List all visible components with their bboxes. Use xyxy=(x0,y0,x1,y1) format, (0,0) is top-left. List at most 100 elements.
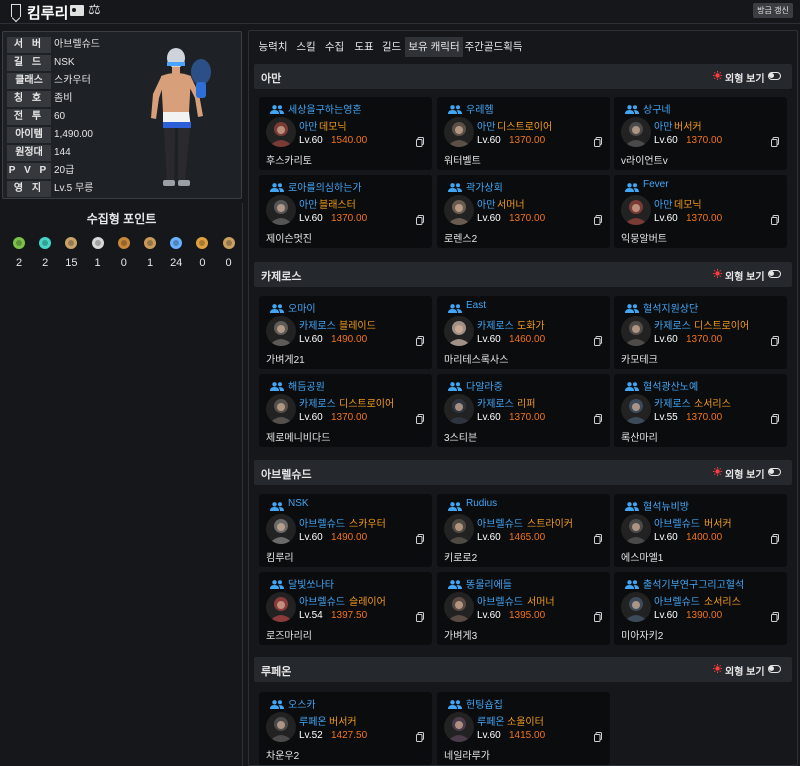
copy-icon[interactable] xyxy=(594,534,602,544)
copy-icon[interactable] xyxy=(416,414,424,424)
character-card[interactable]: 달빛쏘나타 아브렐슈드 슬레이어 Lv.54 1397.50 로즈마리리 xyxy=(259,572,432,645)
copy-icon[interactable] xyxy=(771,414,779,424)
scale-icon[interactable]: ⚖ xyxy=(88,2,101,18)
copy-icon[interactable] xyxy=(416,534,424,544)
character-card[interactable]: 혈석뉴비방 아브렐슈드 버서커 Lv.60 1400.00 에스마엘1 xyxy=(614,494,787,567)
copy-icon[interactable] xyxy=(771,137,779,147)
character-card[interactable]: 혈석광산노예 카제로스 소서리스 Lv.55 1370.00 록산마리 xyxy=(614,374,787,447)
character-class: 소서리스 xyxy=(704,597,741,608)
outer-view-toggle-icon[interactable] xyxy=(768,468,781,476)
character-name[interactable]: 다알라중 xyxy=(466,378,503,393)
character-guild: 익뭉알버트 xyxy=(621,234,667,245)
copy-icon[interactable] xyxy=(771,336,779,346)
voyage-adventure-icon[interactable] xyxy=(143,236,157,250)
character-card[interactable]: 오마이 카제로스 블레이드 Lv.60 1490.00 가벼게21 xyxy=(259,296,432,369)
character-card[interactable]: 출석기부연구그리고혈석 아브렐슈드 소서리스 Lv.60 1390.00 미아자키2 xyxy=(614,572,787,645)
character-name[interactable]: Fever xyxy=(643,179,669,190)
bookmark-icon[interactable] xyxy=(11,4,21,17)
stat-value: 20급 xyxy=(54,165,75,176)
character-name[interactable]: 해듬공원 xyxy=(288,378,325,393)
character-guild: 네일라루가 xyxy=(444,751,490,762)
character-name[interactable]: 헌팅숍집 xyxy=(466,696,503,711)
copy-icon[interactable] xyxy=(771,612,779,622)
character-class: 서머너 xyxy=(497,200,525,211)
copy-icon[interactable] xyxy=(594,612,602,622)
tab-5[interactable]: 보유 캐릭터 xyxy=(405,37,463,57)
character-card[interactable]: 해듬공원 카제로스 디스트로이어 Lv.60 1370.00 제로메니비다드 xyxy=(259,374,432,447)
character-card[interactable]: 헌팅숍집 루페온 소울이터 Lv.60 1415.00 네일라루가 xyxy=(437,692,610,765)
omnium-star-icon[interactable] xyxy=(222,236,236,250)
copy-icon[interactable] xyxy=(594,414,602,424)
outer-view-toggle-icon[interactable] xyxy=(768,665,781,673)
character-name[interactable]: East xyxy=(466,300,486,311)
character-portrait xyxy=(444,712,474,742)
character-name[interactable]: 로아를의심하는가 xyxy=(288,179,362,194)
copy-icon[interactable] xyxy=(416,732,424,742)
character-name[interactable]: 출석기부연구그리고혈석 xyxy=(643,576,744,591)
copy-icon[interactable] xyxy=(594,215,602,225)
character-server: 카제로스 xyxy=(477,399,514,410)
character-portrait xyxy=(266,316,296,346)
character-portrait xyxy=(621,514,651,544)
character-card[interactable]: Fever 아만 데모닉 Lv.60 1370.00 익뭉알버트 xyxy=(614,175,787,248)
orpheus-star-icon[interactable] xyxy=(195,236,209,250)
character-card[interactable]: East 카제로스 도화가 Lv.60 1460.00 마리테스록사스 xyxy=(437,296,610,369)
world-tree-leaf-icon[interactable] xyxy=(169,236,183,250)
character-card[interactable]: 우레헴 아만 디스트로이어 Lv.60 1370.00 워터벨트 xyxy=(437,97,610,170)
great-art-icon[interactable] xyxy=(64,236,78,250)
character-name[interactable]: 상구네 xyxy=(643,101,671,116)
item-level: 1460.00 xyxy=(509,334,546,345)
tab-6[interactable]: 주간골드획득 xyxy=(464,37,523,57)
copy-icon[interactable] xyxy=(416,137,424,147)
stat-value: 1,490.00 xyxy=(54,129,93,140)
character-name[interactable]: 혈석지원상단 xyxy=(643,300,698,315)
character-card[interactable]: 다알라중 카제로스 리퍼 Lv.60 1370.00 3스티븐 xyxy=(437,374,610,447)
island-heart-icon[interactable] xyxy=(38,236,52,250)
collectibles-title: 수집형 포인트 xyxy=(86,212,157,226)
character-card[interactable]: NSK 아브렐슈드 스카우터 Lv.60 1490.00 킴루리 xyxy=(259,494,432,567)
character-portrait xyxy=(266,592,296,622)
character-card[interactable]: 세상을구하는영혼 아만 데모닉 Lv.60 1540.00 후스카리토 xyxy=(259,97,432,170)
tab-1[interactable]: 스킬 xyxy=(293,37,319,57)
character-card[interactable]: 혈석지원상단 카제로스 디스트로이어 Lv.60 1370.00 카모테크 xyxy=(614,296,787,369)
character-name[interactable]: Rudius xyxy=(466,498,497,509)
character-card[interactable]: 똥물리에들 아브렐슈드 서머너 Lv.60 1395.00 가벼게3 xyxy=(437,572,610,645)
ignea-token-icon[interactable] xyxy=(117,236,131,250)
character-card[interactable]: 상구네 아만 버서커 Lv.60 1370.00 v라이언트v xyxy=(614,97,787,170)
outer-view-toggle-icon[interactable] xyxy=(768,270,781,278)
character-card[interactable]: 로아를의심하는가 아만 블래스터 Lv.60 1370.00 제이슨멋진 xyxy=(259,175,432,248)
copy-icon[interactable] xyxy=(771,534,779,544)
character-name[interactable]: 혈석뉴비방 xyxy=(643,498,689,513)
tab-2[interactable]: 수집 xyxy=(320,37,349,57)
character-avatar xyxy=(151,48,211,186)
character-name[interactable]: 달빛쏘나타 xyxy=(288,576,334,591)
tab-4[interactable]: 길드 xyxy=(379,37,404,57)
character-name[interactable]: 우레헴 xyxy=(466,101,494,116)
copy-icon[interactable] xyxy=(416,612,424,622)
character-card[interactable]: Rudius 아브렐슈드 스트라이커 Lv.60 1465.00 키로로2 xyxy=(437,494,610,567)
giant-heart-icon[interactable] xyxy=(91,236,105,250)
stat-value: 스카우터 xyxy=(54,75,91,86)
tab-3[interactable]: 도표 xyxy=(350,37,378,57)
character-card[interactable]: 곽가상회 아만 서머너 Lv.60 1370.00 로렌스2 xyxy=(437,175,610,248)
tab-0[interactable]: 능력치 xyxy=(254,37,292,57)
copy-icon[interactable] xyxy=(594,336,602,346)
copy-icon[interactable] xyxy=(771,215,779,225)
refresh-button[interactable]: 방금 갱신 xyxy=(753,3,793,18)
copy-icon[interactable] xyxy=(594,732,602,742)
character-name[interactable]: 세상을구하는영혼 xyxy=(288,101,362,116)
character-name[interactable]: 혈석광산노예 xyxy=(643,378,698,393)
item-level: 1370.00 xyxy=(686,213,723,224)
character-name[interactable]: 오스카 xyxy=(288,696,316,711)
mokoko-seed-icon[interactable] xyxy=(12,236,26,250)
copy-icon[interactable] xyxy=(416,215,424,225)
id-card-icon[interactable] xyxy=(70,5,84,16)
character-name[interactable]: 오마이 xyxy=(288,300,316,315)
character-card[interactable]: 오스카 루페온 버서커 Lv.52 1427.50 차운우2 xyxy=(259,692,432,765)
character-name[interactable]: NSK xyxy=(288,498,309,509)
outer-view-toggle-icon[interactable] xyxy=(768,72,781,80)
copy-icon[interactable] xyxy=(594,137,602,147)
copy-icon[interactable] xyxy=(416,336,424,346)
character-name[interactable]: 똥물리에들 xyxy=(466,576,512,591)
character-name[interactable]: 곽가상회 xyxy=(466,179,503,194)
